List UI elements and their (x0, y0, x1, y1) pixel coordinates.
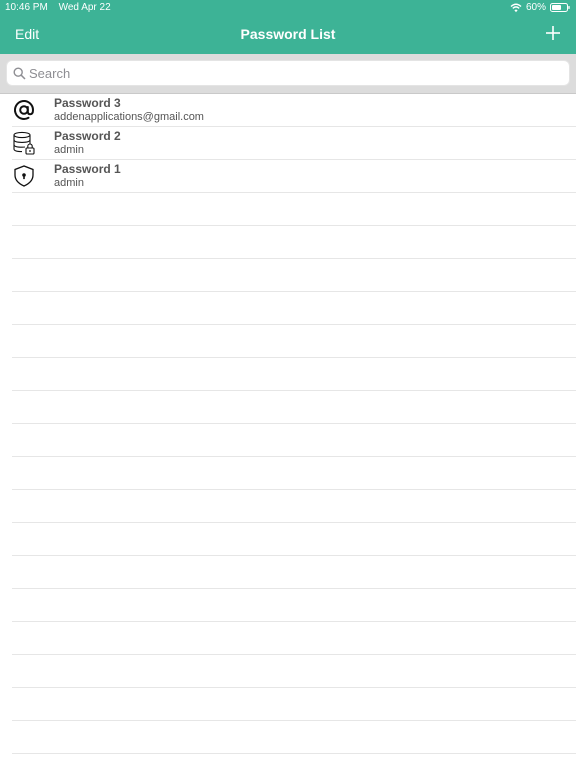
search-input[interactable] (29, 63, 559, 83)
status-time: 10:46 PM (5, 2, 48, 13)
empty-row (12, 622, 576, 655)
status-date: Wed Apr 22 (58, 2, 111, 13)
empty-row (12, 523, 576, 556)
search-icon (13, 67, 26, 80)
empty-row (12, 490, 576, 523)
empty-row (12, 193, 576, 226)
search-box[interactable] (6, 60, 570, 86)
password-title: Password 2 (54, 129, 121, 143)
battery-icon (550, 3, 570, 12)
search-bar (0, 54, 576, 94)
empty-row (12, 589, 576, 622)
password-username: admin (54, 177, 84, 189)
status-right: 60% (510, 2, 570, 13)
status-bar: 10:46 PM Wed Apr 22 60% (0, 0, 576, 16)
empty-row (12, 754, 576, 768)
empty-row (12, 457, 576, 490)
empty-row (12, 358, 576, 391)
password-title: Password 3 (54, 96, 121, 110)
empty-row (12, 325, 576, 358)
password-title: Password 1 (54, 162, 121, 176)
empty-row (12, 226, 576, 259)
password-username: addenapplications@gmail.com (54, 111, 204, 123)
list-item[interactable]: Password 1 admin (12, 160, 576, 193)
empty-row (12, 292, 576, 325)
page-title: Password List (240, 26, 336, 42)
empty-row (12, 721, 576, 754)
app-window: 10:46 PM Wed Apr 22 60% Edit Password Li… (0, 0, 576, 768)
database-lock-icon (13, 131, 35, 155)
battery-percentage: 60% (525, 2, 546, 13)
plus-icon[interactable] (544, 24, 562, 42)
at-sign-icon (14, 100, 35, 120)
empty-row (12, 688, 576, 721)
shield-lock-icon (14, 165, 34, 187)
password-username: admin (54, 144, 84, 156)
list-item[interactable]: Password 3 addenapplications@gmail.com (12, 94, 576, 127)
empty-row (12, 424, 576, 457)
empty-row (12, 391, 576, 424)
status-left: 10:46 PM Wed Apr 22 (5, 2, 119, 13)
wifi-icon (510, 3, 522, 12)
empty-row (12, 259, 576, 292)
password-list: Password 3 addenapplications@gmail.com P… (0, 94, 576, 768)
empty-row (12, 655, 576, 688)
header: 10:46 PM Wed Apr 22 60% Edit Password Li… (0, 0, 576, 54)
list-item[interactable]: Password 2 admin (12, 127, 576, 160)
nav-bar: Edit Password List (0, 18, 576, 52)
empty-row (12, 556, 576, 589)
